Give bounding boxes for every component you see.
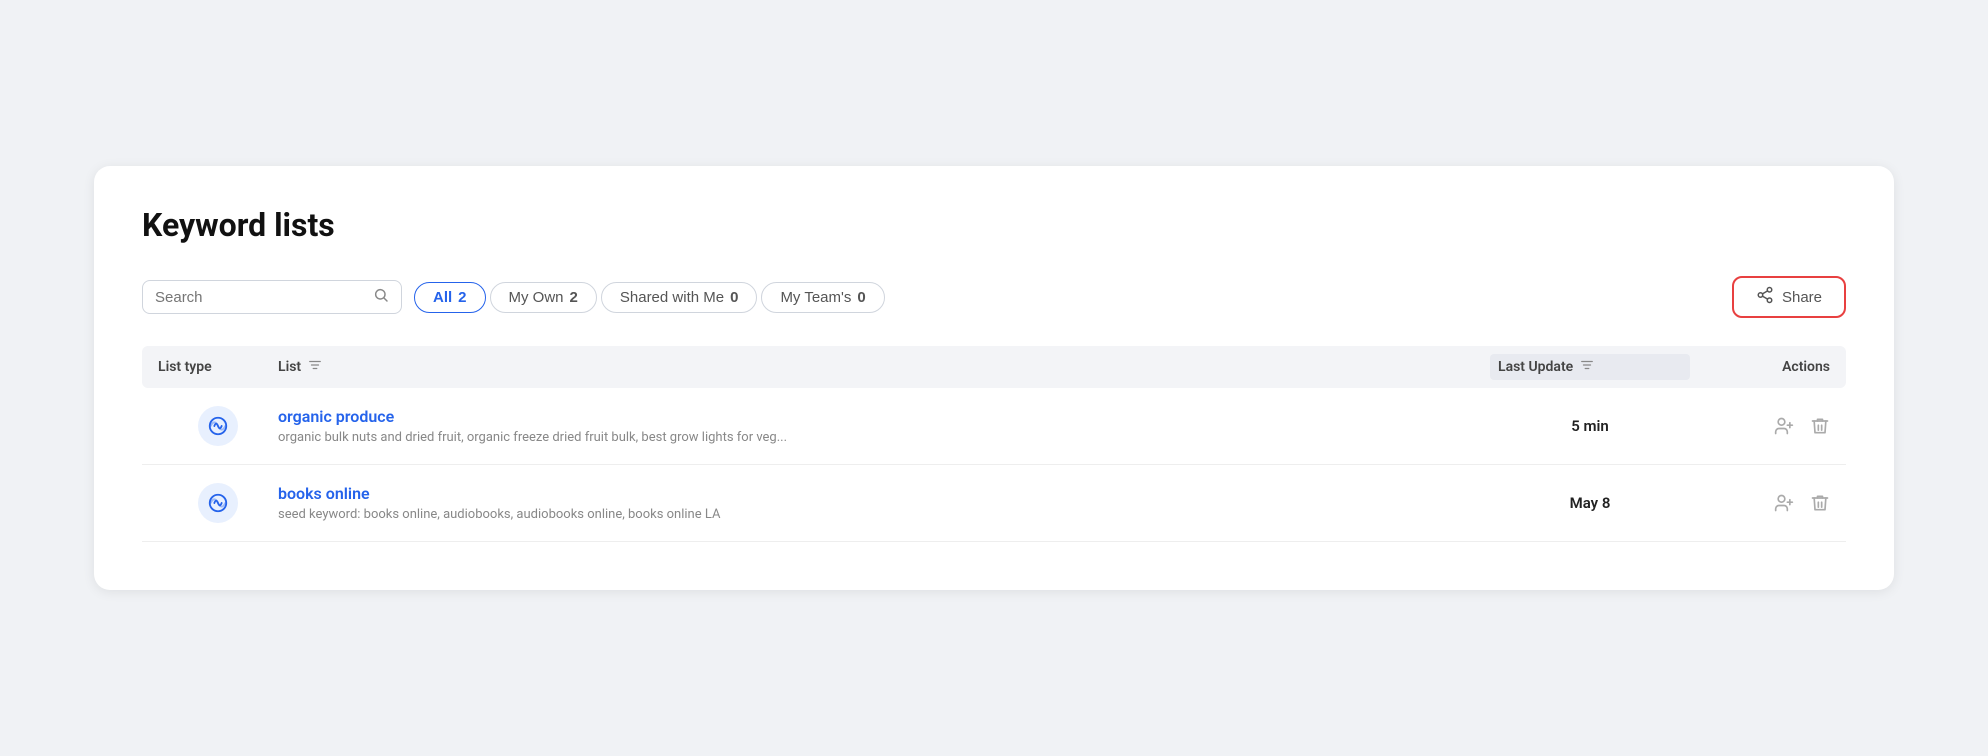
filter-all-label: All (433, 289, 452, 306)
list-type-icon-circle (198, 406, 238, 446)
actions-cell (1690, 416, 1830, 436)
filter-teams-label: My Team's (780, 289, 851, 306)
filter-all-count: 2 (458, 289, 466, 306)
table-row: books online seed keyword: books online,… (142, 465, 1846, 542)
add-user-icon[interactable] (1774, 493, 1794, 513)
filter-shared-label: Shared with Me (620, 289, 724, 306)
table-header: List type List Last Update (142, 346, 1846, 388)
list-info-cell: books online seed keyword: books online,… (278, 484, 1490, 522)
actions-cell (1690, 493, 1830, 513)
filter-tab-all[interactable]: All 2 (414, 282, 486, 313)
header-list[interactable]: List (278, 358, 1490, 376)
list-description: organic bulk nuts and dried fruit, organ… (278, 430, 1490, 445)
filter-teams-count: 0 (857, 289, 865, 306)
list-name-link[interactable]: organic produce (278, 407, 1490, 426)
filter-myown-count: 2 (570, 289, 578, 306)
header-actions: Actions (1690, 358, 1830, 376)
keyword-list-icon (207, 492, 229, 514)
filter-tab-shared-with-me[interactable]: Shared with Me 0 (601, 282, 758, 313)
table-row: organic produce organic bulk nuts and dr… (142, 388, 1846, 465)
list-type-icon-circle (198, 483, 238, 523)
search-wrapper (142, 280, 402, 314)
list-description: seed keyword: books online, audiobooks, … (278, 507, 1490, 522)
share-button[interactable]: Share (1732, 276, 1846, 318)
search-icon (373, 287, 389, 307)
filter-shared-count: 0 (730, 289, 738, 306)
table-rows: organic produce organic bulk nuts and dr… (142, 388, 1846, 542)
last-update-sort-icon (1580, 358, 1594, 376)
filter-tab-my-teams[interactable]: My Team's 0 (761, 282, 884, 313)
main-card: Keyword lists All 2 My Own 2 Share (94, 166, 1894, 590)
last-update-cell: May 8 (1490, 494, 1690, 512)
share-button-label: Share (1782, 289, 1822, 306)
list-name-link[interactable]: books online (278, 484, 1490, 503)
list-sort-icon (308, 358, 322, 376)
filter-tab-my-own[interactable]: My Own 2 (490, 282, 597, 313)
list-info-cell: organic produce organic bulk nuts and dr… (278, 407, 1490, 445)
page-title: Keyword lists (142, 206, 1846, 244)
search-input[interactable] (155, 289, 365, 306)
delete-icon[interactable] (1810, 493, 1830, 513)
list-type-cell (158, 406, 278, 446)
delete-icon[interactable] (1810, 416, 1830, 436)
list-type-cell (158, 483, 278, 523)
toolbar: All 2 My Own 2 Shared with Me 0 My Team'… (142, 276, 1846, 318)
header-last-update[interactable]: Last Update (1490, 354, 1690, 380)
filter-myown-label: My Own (509, 289, 564, 306)
share-icon (1756, 286, 1774, 308)
add-user-icon[interactable] (1774, 416, 1794, 436)
header-list-type: List type (158, 358, 278, 376)
last-update-cell: 5 min (1490, 417, 1690, 435)
filter-tabs: All 2 My Own 2 Shared with Me 0 My Team'… (414, 282, 885, 313)
keyword-list-icon (207, 415, 229, 437)
